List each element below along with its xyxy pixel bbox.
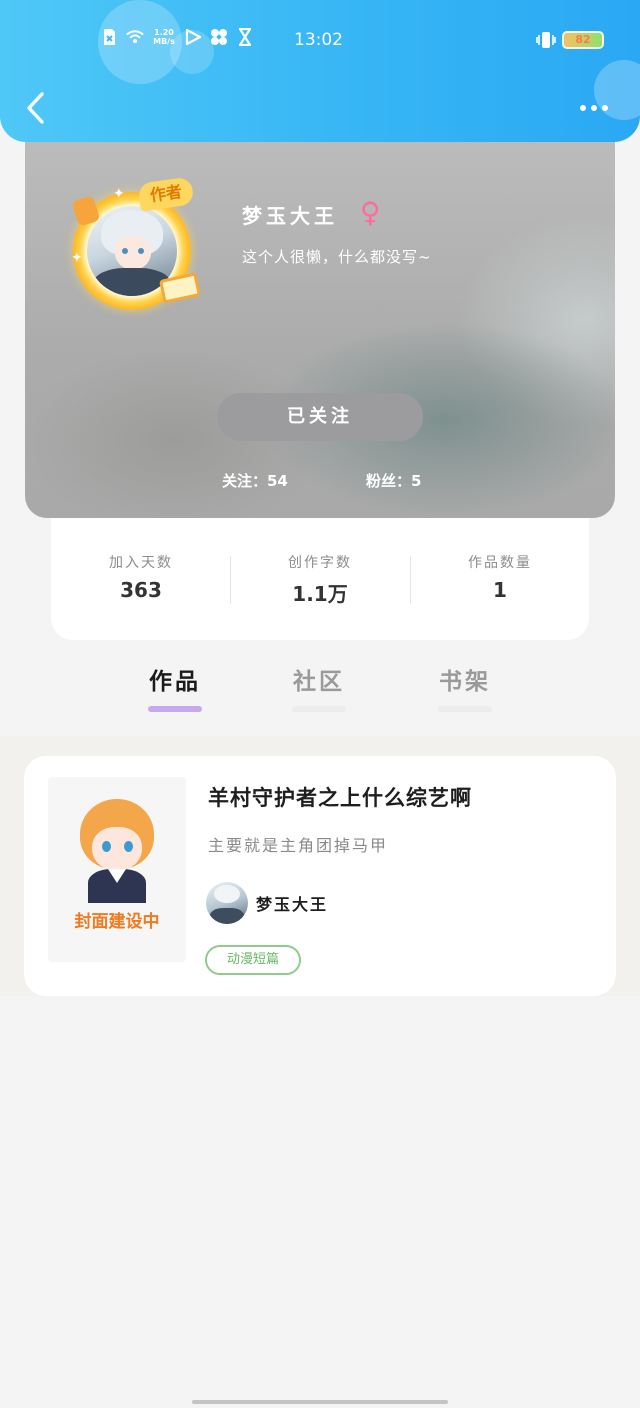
- sparkle-icon: ✦: [71, 250, 83, 266]
- more-dots-icon: [580, 105, 586, 111]
- stat-works-count: 作品数量 1: [410, 552, 590, 602]
- stat-word-count: 创作字数 1.1万: [230, 552, 410, 607]
- stat-label: 作品数量: [468, 555, 532, 571]
- net-speed: 1.20 MB/s: [153, 28, 175, 46]
- following-count[interactable]: 关注：54: [222, 470, 288, 491]
- sparkle-icon: ✦: [113, 186, 125, 202]
- author-avatar: [206, 882, 248, 924]
- stat-label: 创作字数: [288, 555, 352, 571]
- stat-value: 1: [493, 578, 507, 602]
- work-title[interactable]: 羊村守护者之上什么综艺啊: [208, 782, 472, 812]
- book-cover[interactable]: 封面建设中: [48, 777, 186, 962]
- stat-value: 363: [120, 578, 162, 602]
- bio-text: 这个人很懒，什么都没写~: [242, 248, 432, 266]
- stat-label: 加入天数: [109, 555, 173, 571]
- tab-works[interactable]: 作品: [135, 662, 215, 712]
- tab-label: 社区: [293, 669, 345, 695]
- hourglass-icon: [236, 28, 254, 46]
- more-dot: [602, 105, 608, 111]
- stat-join-days: 加入天数 363: [51, 552, 231, 602]
- tab-community[interactable]: 社区: [279, 662, 359, 712]
- stats-card: 加入天数 363 创作字数 1.1万 作品数量 1: [51, 518, 589, 640]
- play-icon: [184, 28, 202, 46]
- pinwheel-icon: [210, 28, 228, 46]
- works-list: 封面建设中 羊村守护者之上什么综艺啊 主要就是主角团掉马甲 梦玉大王 动漫短篇: [0, 736, 640, 996]
- sim-x-icon: [100, 28, 118, 46]
- tab-label: 作品: [149, 669, 201, 695]
- wifi-icon: [126, 28, 144, 46]
- fans-count[interactable]: 粉丝：5: [366, 470, 421, 491]
- username: 梦玉大王: [242, 204, 338, 228]
- female-gender-icon: ♀: [360, 196, 381, 229]
- tab-indicator: [292, 706, 346, 712]
- tab-bar: 作品 社区 书架: [0, 650, 640, 730]
- battery-icon: 82: [562, 31, 604, 49]
- tab-label: 书架: [439, 669, 491, 695]
- top-header: 1.20 MB/s 13:02 82: [0, 0, 640, 142]
- vibrate-icon: [536, 31, 556, 53]
- home-indicator[interactable]: [192, 1400, 448, 1404]
- profile-card: ✦ ✦ 作者 梦玉大王 ♀ 这个人很懒，什么都没写~ 已关注 关注：54 粉丝：…: [25, 120, 615, 518]
- author-badge: 作者: [137, 176, 195, 212]
- work-card[interactable]: 封面建设中 羊村守护者之上什么综艺啊 主要就是主角团掉马甲 梦玉大王 动漫短篇: [24, 756, 616, 996]
- more-dot: [591, 105, 597, 111]
- work-author[interactable]: 梦玉大王: [206, 882, 328, 924]
- work-description: 主要就是主角团掉马甲: [208, 836, 389, 855]
- clock: 13:02: [294, 30, 343, 50]
- cover-placeholder-text: 封面建设中: [74, 912, 160, 932]
- author-name: 梦玉大王: [256, 895, 329, 914]
- status-bar: 1.20 MB/s 13:02 82: [0, 24, 640, 56]
- chevron-left-icon: [27, 92, 44, 124]
- genre-tag[interactable]: 动漫短篇: [205, 945, 301, 975]
- tab-indicator: [148, 706, 202, 712]
- tab-indicator: [438, 706, 492, 712]
- more-button[interactable]: [572, 96, 616, 120]
- stat-value: 1.1万: [292, 582, 348, 606]
- back-button[interactable]: [22, 90, 52, 126]
- tab-bookshelf[interactable]: 书架: [425, 662, 505, 712]
- avatar[interactable]: ✦ ✦ 作者: [69, 176, 202, 310]
- follow-button[interactable]: 已关注: [217, 393, 423, 441]
